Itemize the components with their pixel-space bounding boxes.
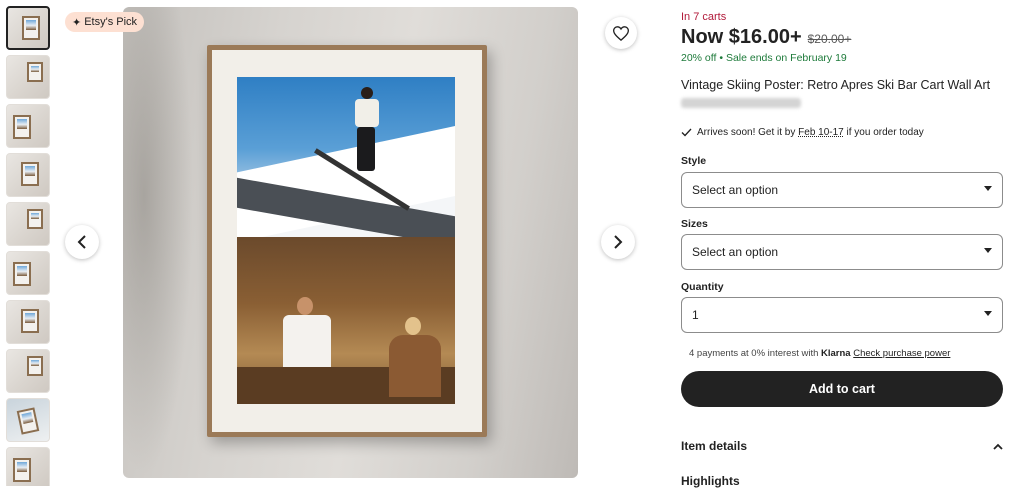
quantity-label: Quantity xyxy=(681,281,724,293)
chevron-left-icon xyxy=(77,235,86,249)
poster-artwork xyxy=(237,77,455,404)
thumbnail[interactable] xyxy=(6,6,50,50)
style-select[interactable]: Select an option xyxy=(681,172,1003,208)
thumbnail[interactable] xyxy=(6,251,50,295)
item-details-toggle[interactable]: Item details xyxy=(681,439,1003,453)
sale-ends-label: Sale ends on February 19 xyxy=(725,52,847,64)
chevron-right-icon xyxy=(614,235,623,249)
badge-label: Etsy's Pick xyxy=(84,16,138,28)
check-purchase-power-link[interactable]: Check purchase power xyxy=(853,348,950,359)
klarna-brand: Klarna xyxy=(821,348,851,359)
poster-frame xyxy=(207,45,487,437)
heart-icon xyxy=(613,25,629,41)
delivery-dates[interactable]: Feb 10-17 xyxy=(798,127,844,138)
chevron-down-icon xyxy=(984,248,992,253)
sale-info: 20% off • Sale ends on February 19 xyxy=(681,52,847,64)
sparkle-icon: ✦ xyxy=(72,16,82,29)
price-row: Now $16.00+ $20.00+ xyxy=(681,26,851,49)
favorite-button[interactable] xyxy=(605,17,637,49)
sizes-select[interactable]: Select an option xyxy=(681,234,1003,270)
thumbnail[interactable] xyxy=(6,349,50,393)
shop-name-blurred xyxy=(681,98,801,108)
chevron-down-icon xyxy=(984,186,992,191)
sizes-label: Sizes xyxy=(681,218,708,230)
listing-panel: In 7 carts Now $16.00+ $20.00+ 20% off •… xyxy=(681,0,1003,491)
thumbnail[interactable] xyxy=(6,104,50,148)
thumbnail[interactable] xyxy=(6,447,50,486)
style-label: Style xyxy=(681,155,707,167)
listing-title: Vintage Skiing Poster: Retro Apres Ski B… xyxy=(681,78,991,92)
highlights-heading: Highlights xyxy=(681,474,740,488)
thumbnail[interactable] xyxy=(6,55,50,99)
checkmark-icon xyxy=(681,128,692,137)
current-price: Now $16.00+ xyxy=(681,26,802,48)
original-price: $20.00+ xyxy=(807,32,852,46)
main-product-image[interactable] xyxy=(123,7,578,478)
thumbnail[interactable] xyxy=(6,300,50,344)
add-to-cart-button[interactable]: Add to cart xyxy=(681,371,1003,407)
etsys-pick-badge: ✦ Etsy's Pick xyxy=(65,12,145,32)
klarna-info: 4 payments at 0% interest with Klarna Ch… xyxy=(689,348,951,359)
thumbnail[interactable] xyxy=(6,153,50,197)
quantity-select[interactable]: 1 xyxy=(681,297,1003,333)
in-carts-notice: In 7 carts xyxy=(681,11,727,23)
next-image-button[interactable] xyxy=(601,225,635,259)
thumbnail[interactable] xyxy=(6,202,50,246)
thumbnail[interactable] xyxy=(6,398,50,442)
previous-image-button[interactable] xyxy=(65,225,99,259)
thumbnail-strip xyxy=(6,6,52,486)
discount-label: 20% off xyxy=(681,52,717,64)
chevron-down-icon xyxy=(984,311,992,316)
chevron-up-icon xyxy=(993,443,1003,450)
delivery-estimate: Arrives soon! Get it by Feb 10-17 if you… xyxy=(681,127,924,138)
